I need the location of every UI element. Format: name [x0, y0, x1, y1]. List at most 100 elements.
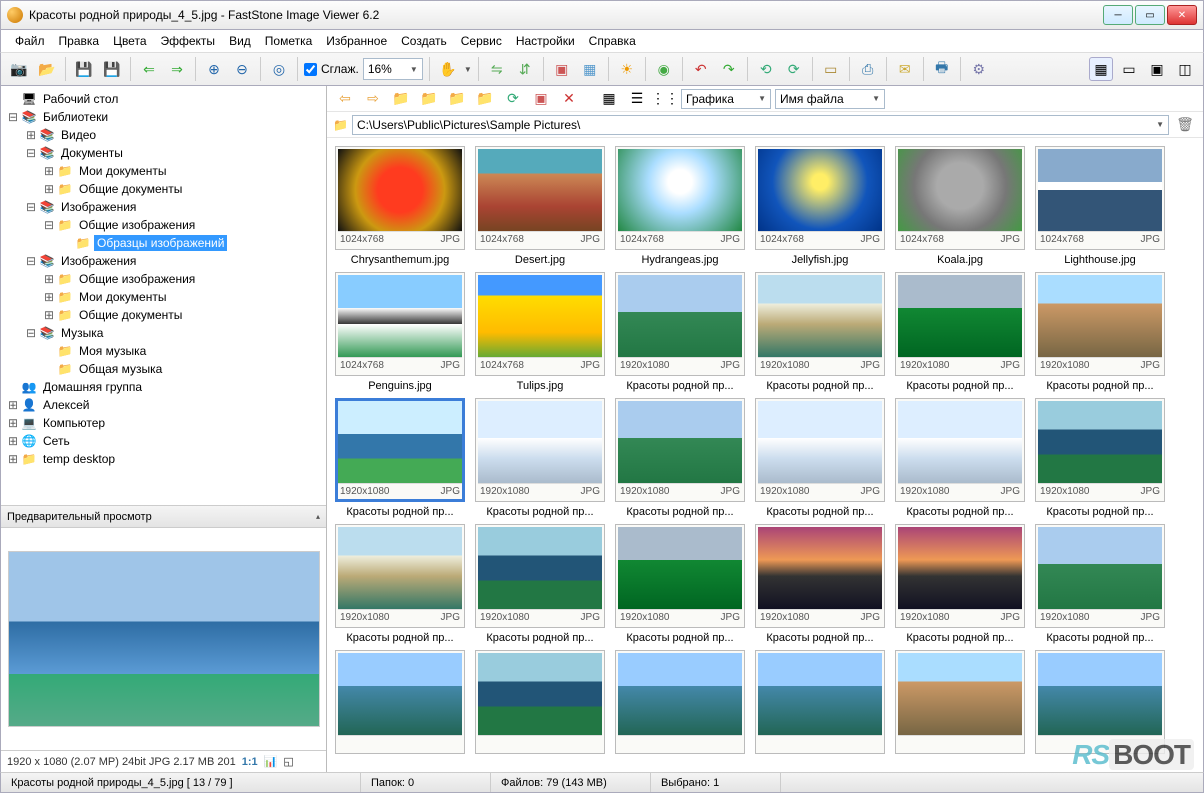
- thumb-box[interactable]: 1024x768JPG: [335, 146, 465, 250]
- tree-node[interactable]: ⊞📚Видео: [1, 126, 326, 144]
- tree-twisty-icon[interactable]: ⊞: [5, 452, 21, 466]
- settings-icon[interactable]: ⚙: [967, 57, 991, 81]
- thumbnail[interactable]: 1920x1080JPGКрасоты родной пр...: [1035, 272, 1165, 392]
- folder-tree[interactable]: 🖥Рабочий стол⊟📚Библиотеки⊞📚Видео⊟📚Докуме…: [1, 86, 326, 506]
- undo-icon[interactable]: ↶: [689, 57, 713, 81]
- thumbnail[interactable]: 1920x1080JPGКрасоты родной пр...: [755, 398, 885, 518]
- flip-v-icon[interactable]: ⇵: [513, 57, 537, 81]
- path-input[interactable]: C:\Users\Public\Pictures\Sample Pictures…: [352, 115, 1169, 135]
- thumbnail[interactable]: 1920x1080JPGКрасоты родной пр...: [615, 398, 745, 518]
- fit-icon[interactable]: ◎: [267, 57, 291, 81]
- thumbnail[interactable]: [895, 650, 1025, 758]
- tree-twisty-icon[interactable]: ⊞: [41, 272, 57, 286]
- viewmode-detail-icon[interactable]: ⋮⋮: [653, 87, 677, 111]
- info-icon[interactable]: ◱: [283, 755, 293, 768]
- tree-node[interactable]: ⊞📁Общие документы: [1, 180, 326, 198]
- color-icon[interactable]: ◉: [652, 57, 676, 81]
- view-thumbs-icon[interactable]: ▦: [1089, 57, 1113, 81]
- tree-node[interactable]: ⊞👤Алексей: [1, 396, 326, 414]
- tree-node[interactable]: ⊟📁Общие изображения: [1, 216, 326, 234]
- tree-twisty-icon[interactable]: ⊞: [41, 182, 57, 196]
- zoom-combo[interactable]: 16%▼: [363, 58, 423, 80]
- tree-twisty-icon[interactable]: ⊞: [41, 308, 57, 322]
- thumb-box[interactable]: 1920x1080JPG: [475, 524, 605, 628]
- thumb-box[interactable]: 1024x768JPG: [335, 272, 465, 376]
- thumb-box[interactable]: 1920x1080JPG: [755, 272, 885, 376]
- view-full-icon[interactable]: ▣: [1145, 57, 1169, 81]
- thumbnail[interactable]: 1024x768JPGTulips.jpg: [475, 272, 605, 392]
- tree-twisty-icon[interactable]: ⊞: [23, 128, 39, 142]
- thumb-box[interactable]: 1920x1080JPG: [335, 398, 465, 502]
- thumbnail[interactable]: 1024x768JPGDesert.jpg: [475, 146, 605, 266]
- tree-twisty-icon[interactable]: ⊟: [41, 218, 57, 232]
- trash-icon[interactable]: 🗑: [1173, 113, 1197, 137]
- smooth-check-input[interactable]: [304, 63, 317, 76]
- nav-fav1-icon[interactable]: 📁: [445, 87, 469, 111]
- thumbnail[interactable]: 1920x1080JPGКрасоты родной пр...: [1035, 524, 1165, 644]
- thumb-box[interactable]: 1920x1080JPG: [475, 398, 605, 502]
- nav-refresh-icon[interactable]: ⟳: [501, 87, 525, 111]
- thumbnail[interactable]: 1920x1080JPGКрасоты родной пр...: [895, 398, 1025, 518]
- thumb-box[interactable]: 1920x1080JPG: [1035, 272, 1165, 376]
- tree-twisty-icon[interactable]: ⊟: [23, 254, 39, 268]
- tree-node[interactable]: ⊟📚Изображения: [1, 252, 326, 270]
- thumbnail[interactable]: 1024x768JPGHydrangeas.jpg: [615, 146, 745, 266]
- menu-Справка[interactable]: Справка: [583, 32, 642, 50]
- tree-twisty-icon[interactable]: ⊞: [5, 434, 21, 448]
- thumb-box[interactable]: [755, 650, 885, 754]
- thumbnail[interactable]: [755, 650, 885, 758]
- tree-node[interactable]: 📁Моя музыка: [1, 342, 326, 360]
- resize-icon[interactable]: ▣: [550, 57, 574, 81]
- thumbnail[interactable]: 1024x768JPGLighthouse.jpg: [1035, 146, 1165, 266]
- save-icon[interactable]: 💾: [72, 57, 96, 81]
- rotate-r-icon[interactable]: ⟳: [782, 57, 806, 81]
- thumb-box[interactable]: [895, 650, 1025, 754]
- menu-Пометка[interactable]: Пометка: [259, 32, 319, 50]
- thumbnail[interactable]: 1024x768JPGPenguins.jpg: [335, 272, 465, 392]
- canvas-icon[interactable]: ▦: [578, 57, 602, 81]
- open-folder-icon[interactable]: 📂: [35, 57, 59, 81]
- tree-node[interactable]: 👥Домашняя группа: [1, 378, 326, 396]
- thumb-box[interactable]: 1920x1080JPG: [615, 398, 745, 502]
- nav-fav2-icon[interactable]: 📁: [473, 87, 497, 111]
- email-icon[interactable]: ✉: [893, 57, 917, 81]
- hand-icon[interactable]: ✋: [436, 57, 460, 81]
- tree-node[interactable]: ⊞📁temp desktop: [1, 450, 326, 468]
- thumb-box[interactable]: 1920x1080JPG: [615, 524, 745, 628]
- view-compare-icon[interactable]: ◫: [1173, 57, 1197, 81]
- viewmode-combo[interactable]: Графика▼: [681, 89, 771, 109]
- tree-node[interactable]: ⊟📚Библиотеки: [1, 108, 326, 126]
- thumb-box[interactable]: 1024x768JPG: [475, 272, 605, 376]
- menu-Создать[interactable]: Создать: [395, 32, 453, 50]
- thumbnail[interactable]: 1920x1080JPGКрасоты родной пр...: [335, 524, 465, 644]
- preview-ratio[interactable]: 1:1: [242, 756, 258, 768]
- acquire-icon[interactable]: 📷: [7, 57, 31, 81]
- tree-twisty-icon[interactable]: ⊟: [23, 200, 39, 214]
- nav-back-icon[interactable]: ⇦: [333, 87, 357, 111]
- flip-h-icon[interactable]: ⇋: [485, 57, 509, 81]
- tree-node[interactable]: ⊞📁Общие документы: [1, 306, 326, 324]
- tree-node[interactable]: ⊞📁Мои документы: [1, 288, 326, 306]
- save-as-icon[interactable]: 💾: [100, 57, 124, 81]
- thumb-box[interactable]: 1920x1080JPG: [755, 524, 885, 628]
- thumb-box[interactable]: [615, 650, 745, 754]
- viewmode-list-icon[interactable]: ☰: [625, 87, 649, 111]
- thumb-box[interactable]: [335, 650, 465, 754]
- thumbnail[interactable]: 1920x1080JPGКрасоты родной пр...: [755, 272, 885, 392]
- tree-twisty-icon[interactable]: ⊟: [23, 326, 39, 340]
- thumb-box[interactable]: 1920x1080JPG: [895, 524, 1025, 628]
- thumb-box[interactable]: 1920x1080JPG: [1035, 398, 1165, 502]
- thumbnail[interactable]: 1920x1080JPGКрасоты родной пр...: [895, 272, 1025, 392]
- thumb-box[interactable]: 1920x1080JPG: [895, 272, 1025, 376]
- print-icon[interactable]: 🖶: [930, 57, 954, 81]
- tree-twisty-icon[interactable]: ⊞: [41, 290, 57, 304]
- nav-home-icon[interactable]: 📁: [417, 87, 441, 111]
- close-button[interactable]: ✕: [1167, 5, 1197, 25]
- preview-pane[interactable]: [1, 528, 326, 750]
- view-single-icon[interactable]: ▭: [1117, 57, 1141, 81]
- thumbnail[interactable]: 1920x1080JPGКрасоты родной пр...: [335, 398, 465, 518]
- crop-icon[interactable]: ▭: [819, 57, 843, 81]
- adjust-icon[interactable]: ☀: [615, 57, 639, 81]
- scan-icon[interactable]: ⎙: [856, 57, 880, 81]
- sort-combo[interactable]: Имя файла▼: [775, 89, 885, 109]
